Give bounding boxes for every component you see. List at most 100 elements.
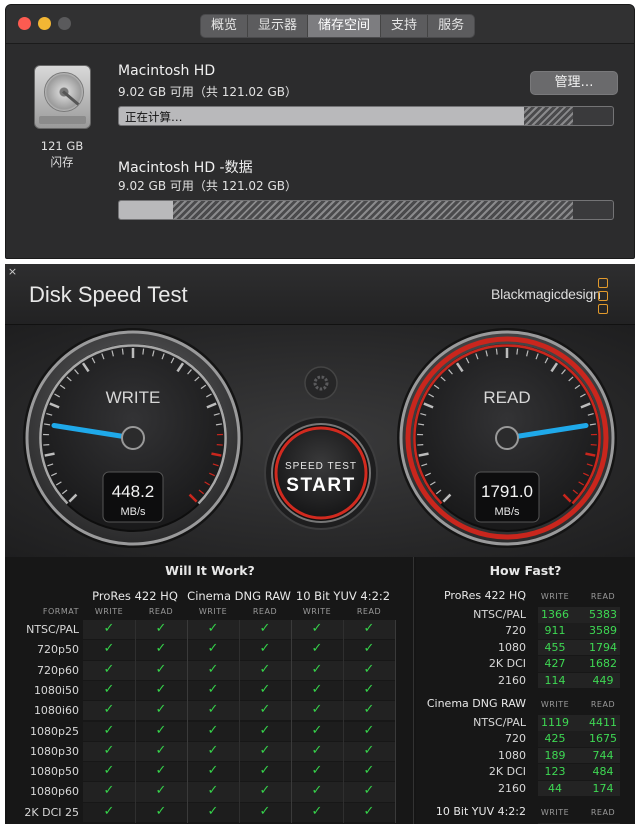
zoom-window-button[interactable] — [58, 17, 71, 30]
checkmark-icon: ✓ — [103, 702, 115, 718]
checkmark-icon: ✓ — [155, 722, 167, 738]
checkmark-icon: ✓ — [155, 783, 167, 799]
drive-type: 闪存 — [50, 155, 74, 169]
subheader-write: WRITE — [94, 607, 124, 616]
write-speed-unit: MB/s — [120, 506, 146, 518]
group-prores-header: ProRes 422 HQ — [92, 589, 178, 603]
checkmark-icon: ✓ — [155, 681, 167, 697]
gauges-svg: WRITE 448.2 MB/s READ 1791.0 MB/s SPEED … — [23, 328, 617, 548]
checkmark-icon: ✓ — [363, 783, 375, 799]
write-speed-value: 448.2 — [112, 482, 155, 501]
subheader-write: WRITE — [302, 607, 332, 616]
checkmark-icon: ✓ — [207, 621, 219, 636]
read-speed-cell: 5383 — [589, 608, 617, 621]
checkmark-icon: ✓ — [207, 641, 219, 657]
used-segment — [119, 201, 174, 219]
close-icon[interactable]: × — [7, 266, 18, 277]
read-speed-cell: 1675 — [589, 732, 617, 746]
checkmark-icon: ✓ — [259, 742, 271, 758]
minimize-window-button[interactable] — [38, 17, 51, 30]
settings-button[interactable] — [304, 366, 338, 400]
tab-storage[interactable]: 储存空间 — [308, 15, 382, 37]
results-area: Will It Work? FORMAT ProRes 422 HQ Cinem… — [5, 557, 635, 824]
checkmark-icon: ✓ — [103, 641, 115, 657]
format-row-label: 720p50 — [37, 643, 79, 657]
write-speed-cell: 1366 — [541, 608, 569, 621]
write-gauge: WRITE 448.2 MB/s — [23, 328, 243, 548]
speed-group-header: ProRes 422 HQ — [443, 589, 526, 602]
read-speed-cell: 1682 — [589, 657, 617, 671]
tab-overview[interactable]: 概览 — [201, 15, 249, 37]
tab-displays[interactable]: 显示器 — [248, 15, 309, 37]
speed-row-label: 2160 — [498, 781, 526, 795]
start-button-label: START — [286, 475, 355, 496]
checkmark-icon: ✓ — [103, 661, 115, 677]
checkmark-icon: ✓ — [259, 621, 271, 636]
tab-service[interactable]: 服务 — [428, 15, 474, 37]
drive-capacity: 121 GB — [40, 139, 84, 153]
format-row-label: 2K DCI 25 — [24, 805, 79, 819]
volume-2-name: Macintosh HD -数据 — [118, 160, 253, 176]
write-speed-cell: 427 — [544, 657, 566, 671]
subheader-read: READ — [148, 607, 174, 616]
speed-group-header: 10 Bit YUV 4:2:2 — [435, 805, 526, 818]
brand-logo-icon — [598, 304, 608, 314]
gauge-tick — [142, 348, 145, 355]
column-divider — [343, 620, 344, 823]
subheader-write: WRITE — [540, 592, 570, 601]
checkmark-icon: ✓ — [363, 702, 375, 718]
subheader-write: WRITE — [540, 700, 570, 709]
write-speed-cell: 455 — [544, 640, 566, 654]
gauge-panel: WRITE 448.2 MB/s READ 1791.0 MB/s SPEED … — [5, 325, 635, 557]
read-gauge: READ 1791.0 MB/s — [397, 328, 617, 548]
checkmark-icon: ✓ — [207, 763, 219, 779]
volume-1-status: 正在计算… — [125, 110, 183, 124]
checkmark-icon: ✓ — [155, 641, 167, 657]
write-speed-cell: 1119 — [541, 716, 569, 729]
format-row-label: 1080p30 — [30, 744, 79, 758]
checkmark-icon: ✓ — [363, 803, 375, 819]
checkmark-icon: ✓ — [363, 763, 375, 779]
checkmark-icon: ✓ — [259, 681, 271, 697]
subheader-write: WRITE — [540, 808, 570, 817]
format-row-label: 720p60 — [37, 663, 79, 677]
volume-1-name: Macintosh HD — [118, 63, 216, 79]
will-it-work-panel: Will It Work? FORMAT ProRes 422 HQ Cinem… — [7, 557, 414, 824]
checkmark-icon: ✓ — [259, 702, 271, 718]
speed-row-label: 2160 — [498, 673, 526, 687]
column-divider — [187, 620, 188, 823]
speed-row-label: 2K DCI — [488, 765, 526, 779]
group-yuv-header: 10 Bit YUV 4:2:2 — [295, 589, 391, 603]
checkmark-icon: ✓ — [103, 621, 115, 636]
checkmark-icon: ✓ — [103, 783, 115, 799]
checkmark-icon: ✓ — [363, 681, 375, 697]
column-divider — [135, 620, 136, 823]
checkmark-icon: ✓ — [259, 641, 271, 657]
speed-row-label: NTSC/PAL — [473, 716, 526, 729]
checkmark-icon: ✓ — [207, 681, 219, 697]
format-row-label: 1080p60 — [30, 785, 79, 799]
read-speed-value: 1791.0 — [481, 482, 533, 501]
start-button[interactable]: SPEED TEST START — [264, 416, 378, 530]
checkmark-icon: ✓ — [259, 803, 271, 819]
speed-row-label: 2K DCI — [488, 657, 526, 671]
close-window-button[interactable] — [18, 17, 31, 30]
checkmark-icon: ✓ — [207, 722, 219, 738]
read-speed-cell: 1794 — [589, 640, 617, 654]
checkmark-icon: ✓ — [259, 763, 271, 779]
checkmark-icon: ✓ — [103, 742, 115, 758]
volume-1-usage-bar: 正在计算… — [118, 106, 614, 126]
checkmark-icon: ✓ — [207, 742, 219, 758]
other-segment — [173, 201, 574, 219]
subheader-read: READ — [590, 592, 616, 601]
checkmark-icon: ✓ — [311, 681, 323, 697]
checkmark-icon: ✓ — [155, 621, 167, 636]
tab-support[interactable]: 支持 — [381, 15, 429, 37]
write-speed-cell: 425 — [544, 732, 566, 746]
manage-button[interactable]: 管理… — [530, 71, 618, 95]
gauge-tick — [495, 348, 498, 355]
start-button-caption: SPEED TEST — [285, 461, 357, 472]
checkmark-icon: ✓ — [363, 722, 375, 738]
disk-speed-test-window: × Disk Speed Test Blackmagicdesign WRITE… — [5, 264, 635, 824]
read-speed-unit: MB/s — [494, 506, 520, 518]
